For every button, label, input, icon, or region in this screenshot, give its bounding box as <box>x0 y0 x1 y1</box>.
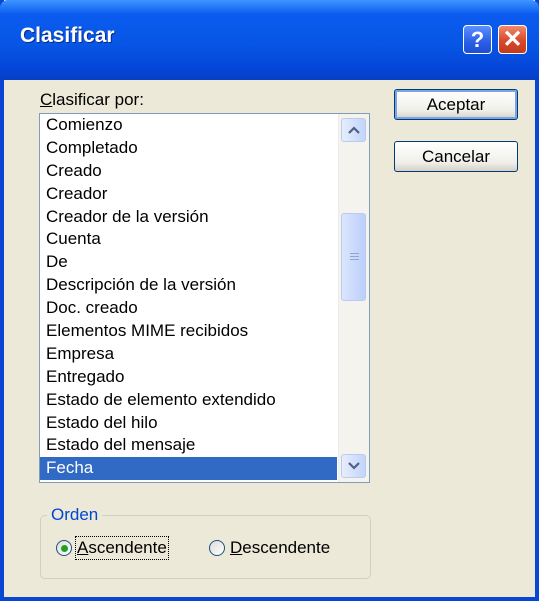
close-button[interactable]: ✕ <box>498 25 527 54</box>
dialog-title: Clasificar <box>20 24 115 47</box>
help-icon: ? <box>470 26 485 52</box>
descending-label-text: escendente <box>242 538 331 557</box>
radio-selected-dot <box>60 544 68 552</box>
thumb-grip-line <box>350 259 359 260</box>
list-item[interactable]: De <box>40 251 337 274</box>
ascending-label-text: scendente <box>88 538 167 557</box>
sort-by-label-mnemonic: C <box>40 90 53 109</box>
descending-label: Descendente <box>230 538 330 558</box>
title-bar[interactable]: Clasificar ? ✕ <box>0 0 539 80</box>
ascending-mnemonic: A <box>77 538 89 557</box>
sort-dialog: Clasificar ? ✕ Clasificar por: Comienzo C… <box>0 0 539 601</box>
list-item[interactable]: Descripción de la versión <box>40 274 337 297</box>
list-item[interactable]: Estado del hilo <box>40 412 337 435</box>
scroll-thumb[interactable] <box>341 213 366 301</box>
help-button[interactable]: ? <box>463 25 492 54</box>
list-item[interactable]: Empresa <box>40 343 337 366</box>
cancel-button[interactable]: Cancelar <box>394 141 518 172</box>
chevron-up-icon <box>347 126 360 134</box>
list-item[interactable]: Creador de la versión <box>40 206 337 229</box>
descending-mnemonic: D <box>230 538 243 557</box>
chevron-down-icon <box>347 462 360 470</box>
list-item[interactable]: Completado <box>40 137 337 160</box>
list-item[interactable]: Cuenta <box>40 228 337 251</box>
list-item[interactable]: Creador <box>40 183 337 206</box>
list-item[interactable]: Elementos MIME recibidos <box>40 320 337 343</box>
listbox-scrollbar[interactable] <box>338 114 369 482</box>
list-item[interactable]: Doc. creado <box>40 297 337 320</box>
descending-radio-button[interactable] <box>209 540 225 556</box>
sort-field-listbox[interactable]: Comienzo Completado Creado Creador Creador d… <box>39 113 370 483</box>
list-item[interactable]: Comienzo <box>40 114 337 137</box>
list-item[interactable]: Entregado <box>40 366 337 389</box>
sort-by-label-text: lasificar por: <box>52 90 144 109</box>
ascending-label: Ascendente <box>75 536 169 560</box>
ok-button[interactable]: Aceptar <box>394 89 518 120</box>
list-item[interactable]: Creado <box>40 160 337 183</box>
scroll-down-button[interactable] <box>341 454 366 478</box>
list-item[interactable]: Estado del mensaje <box>40 434 337 457</box>
ascending-radio-option[interactable]: Ascendente <box>56 536 169 560</box>
sort-by-label: Clasificar por: <box>40 90 144 110</box>
scroll-up-button[interactable] <box>341 118 366 142</box>
list-item[interactable]: Estado de elemento extendido <box>40 389 337 412</box>
thumb-grip-line <box>350 256 359 257</box>
list-item[interactable]: Fecha <box>40 457 337 481</box>
close-icon: ✕ <box>502 26 523 53</box>
sort-field-list: Comienzo Completado Creado Creador Creador d… <box>40 114 337 481</box>
descending-radio-option[interactable]: Descendente <box>209 538 330 558</box>
ascending-radio-button[interactable] <box>56 540 72 556</box>
thumb-grip-line <box>350 253 359 254</box>
order-legend: Orden <box>47 505 103 525</box>
